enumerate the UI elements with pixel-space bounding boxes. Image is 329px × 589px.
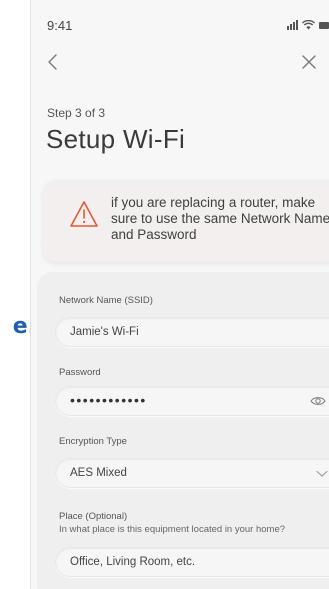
status-time: 9:41	[47, 18, 73, 33]
warning-triangle-icon	[70, 201, 98, 227]
close-icon	[302, 55, 316, 69]
place-hint: In what place is this equipment located …	[59, 524, 286, 535]
ssid-value: Jamie's Wi-Fi	[70, 326, 139, 338]
password-value: ••••••••••••	[70, 392, 147, 408]
encryption-select[interactable]: AES Mixed	[55, 458, 329, 488]
place-label: Place (Optional)	[59, 511, 128, 522]
password-label: Password	[59, 367, 101, 378]
encryption-label: Encryption Type	[59, 436, 127, 447]
step-indicator: Step 3 of 3	[47, 106, 106, 120]
status-icons	[287, 19, 329, 30]
wifi-settings-form: Network Name (SSID) Jamie's Wi-Fi Passwo…	[37, 272, 329, 589]
phone-screen: 9:41 Step 3 of 3 Setup Wi-Fi if you are …	[30, 0, 329, 589]
warning-message: if you are replacing a router, make sure…	[111, 195, 329, 242]
nav-bar	[31, 48, 329, 80]
chevron-left-icon	[48, 54, 57, 70]
close-button[interactable]	[295, 48, 323, 76]
password-field[interactable]: ••••••••••••	[55, 386, 329, 416]
ssid-label: Network Name (SSID)	[59, 295, 153, 306]
status-bar: 9:41	[31, 0, 329, 40]
page-title: Setup Wi-Fi	[46, 124, 186, 154]
place-field[interactable]: Office, Living Room, etc.	[55, 547, 329, 577]
warning-card: if you are replacing a router, make sure…	[43, 180, 329, 262]
signal-icon	[287, 19, 298, 30]
back-button[interactable]	[43, 48, 71, 76]
encryption-value: AES Mixed	[70, 467, 127, 479]
ssid-field[interactable]: Jamie's Wi-Fi	[55, 317, 329, 347]
place-placeholder: Office, Living Room, etc.	[70, 556, 196, 568]
wifi-icon	[302, 20, 315, 30]
eye-icon[interactable]	[310, 395, 326, 407]
chevron-down-icon	[316, 470, 328, 477]
battery-icon	[319, 21, 329, 30]
